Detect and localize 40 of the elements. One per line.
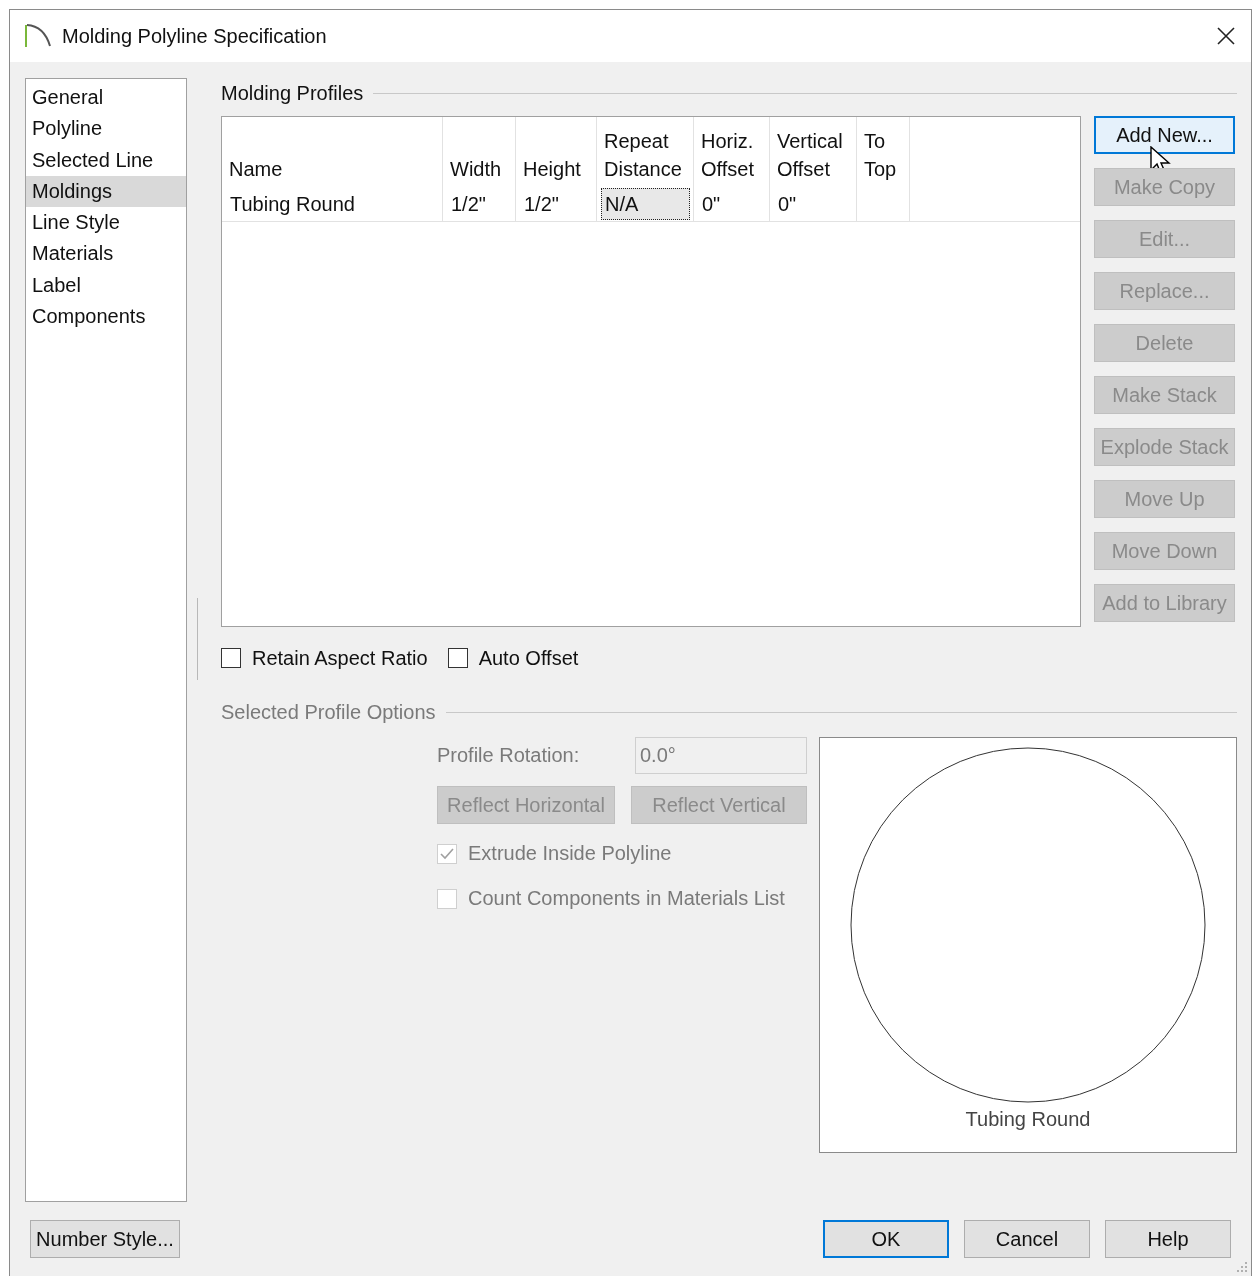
number-style-button[interactable]: Number Style... <box>30 1220 180 1258</box>
sidebar-item[interactable]: Components <box>26 301 186 333</box>
sidebar-item[interactable]: General <box>26 82 186 114</box>
field-label: Profile Rotation: <box>437 744 580 767</box>
checkbox-label: Retain Aspect Ratio <box>252 646 428 670</box>
resize-grip-icon[interactable] <box>1236 1261 1248 1273</box>
dialog-button[interactable]: Cancel <box>964 1220 1090 1258</box>
preview-caption: Tubing Round <box>965 1108 1091 1131</box>
table-cell[interactable]: 0" <box>698 188 766 220</box>
column-header: To Top <box>864 129 898 182</box>
close-icon[interactable] <box>1217 27 1235 45</box>
checkbox[interactable] <box>221 648 241 668</box>
column-header: Vertical Offset <box>777 129 844 182</box>
dialog-button[interactable]: Help <box>1105 1220 1231 1258</box>
sidebar-item[interactable]: Moldings <box>26 175 186 208</box>
checkbox-label: Auto Offset <box>478 646 579 670</box>
checkbox-label: Extrude Inside Polyline <box>468 842 672 865</box>
column-header: Horiz. Offset <box>701 129 755 182</box>
section-title: Selected Profile Options <box>221 700 436 724</box>
section-title: Molding Profiles <box>221 81 364 105</box>
window-title: Molding Polyline Specification <box>62 24 328 48</box>
sidebar-item[interactable]: Label <box>26 269 186 302</box>
table-cell[interactable]: 1/2" <box>520 188 593 220</box>
checkbox-label: Count Components in Materials List <box>468 887 785 910</box>
column-header: Repeat Distance <box>604 129 683 182</box>
checkbox[interactable] <box>447 648 468 668</box>
molding-arc-icon <box>24 22 52 50</box>
column-header: Name <box>229 157 283 182</box>
table-cell[interactable]: 1/2" <box>447 188 512 220</box>
sidebar-item[interactable]: Line Style <box>26 207 186 239</box>
column-header: Height <box>523 157 581 182</box>
sidebar-item[interactable]: Materials <box>26 238 186 270</box>
column-header: Width <box>450 157 502 182</box>
sidebar-item[interactable]: Selected Line <box>26 144 186 176</box>
sidebar-item[interactable]: Polyline <box>26 113 186 145</box>
table-cell[interactable]: 0" <box>774 188 853 220</box>
table-cell[interactable]: N/A <box>601 188 690 220</box>
table-cell[interactable]: Tubing Round <box>226 188 439 220</box>
profile-button[interactable]: Add New... <box>1094 116 1235 154</box>
dialog-button[interactable]: OK <box>823 1220 949 1258</box>
